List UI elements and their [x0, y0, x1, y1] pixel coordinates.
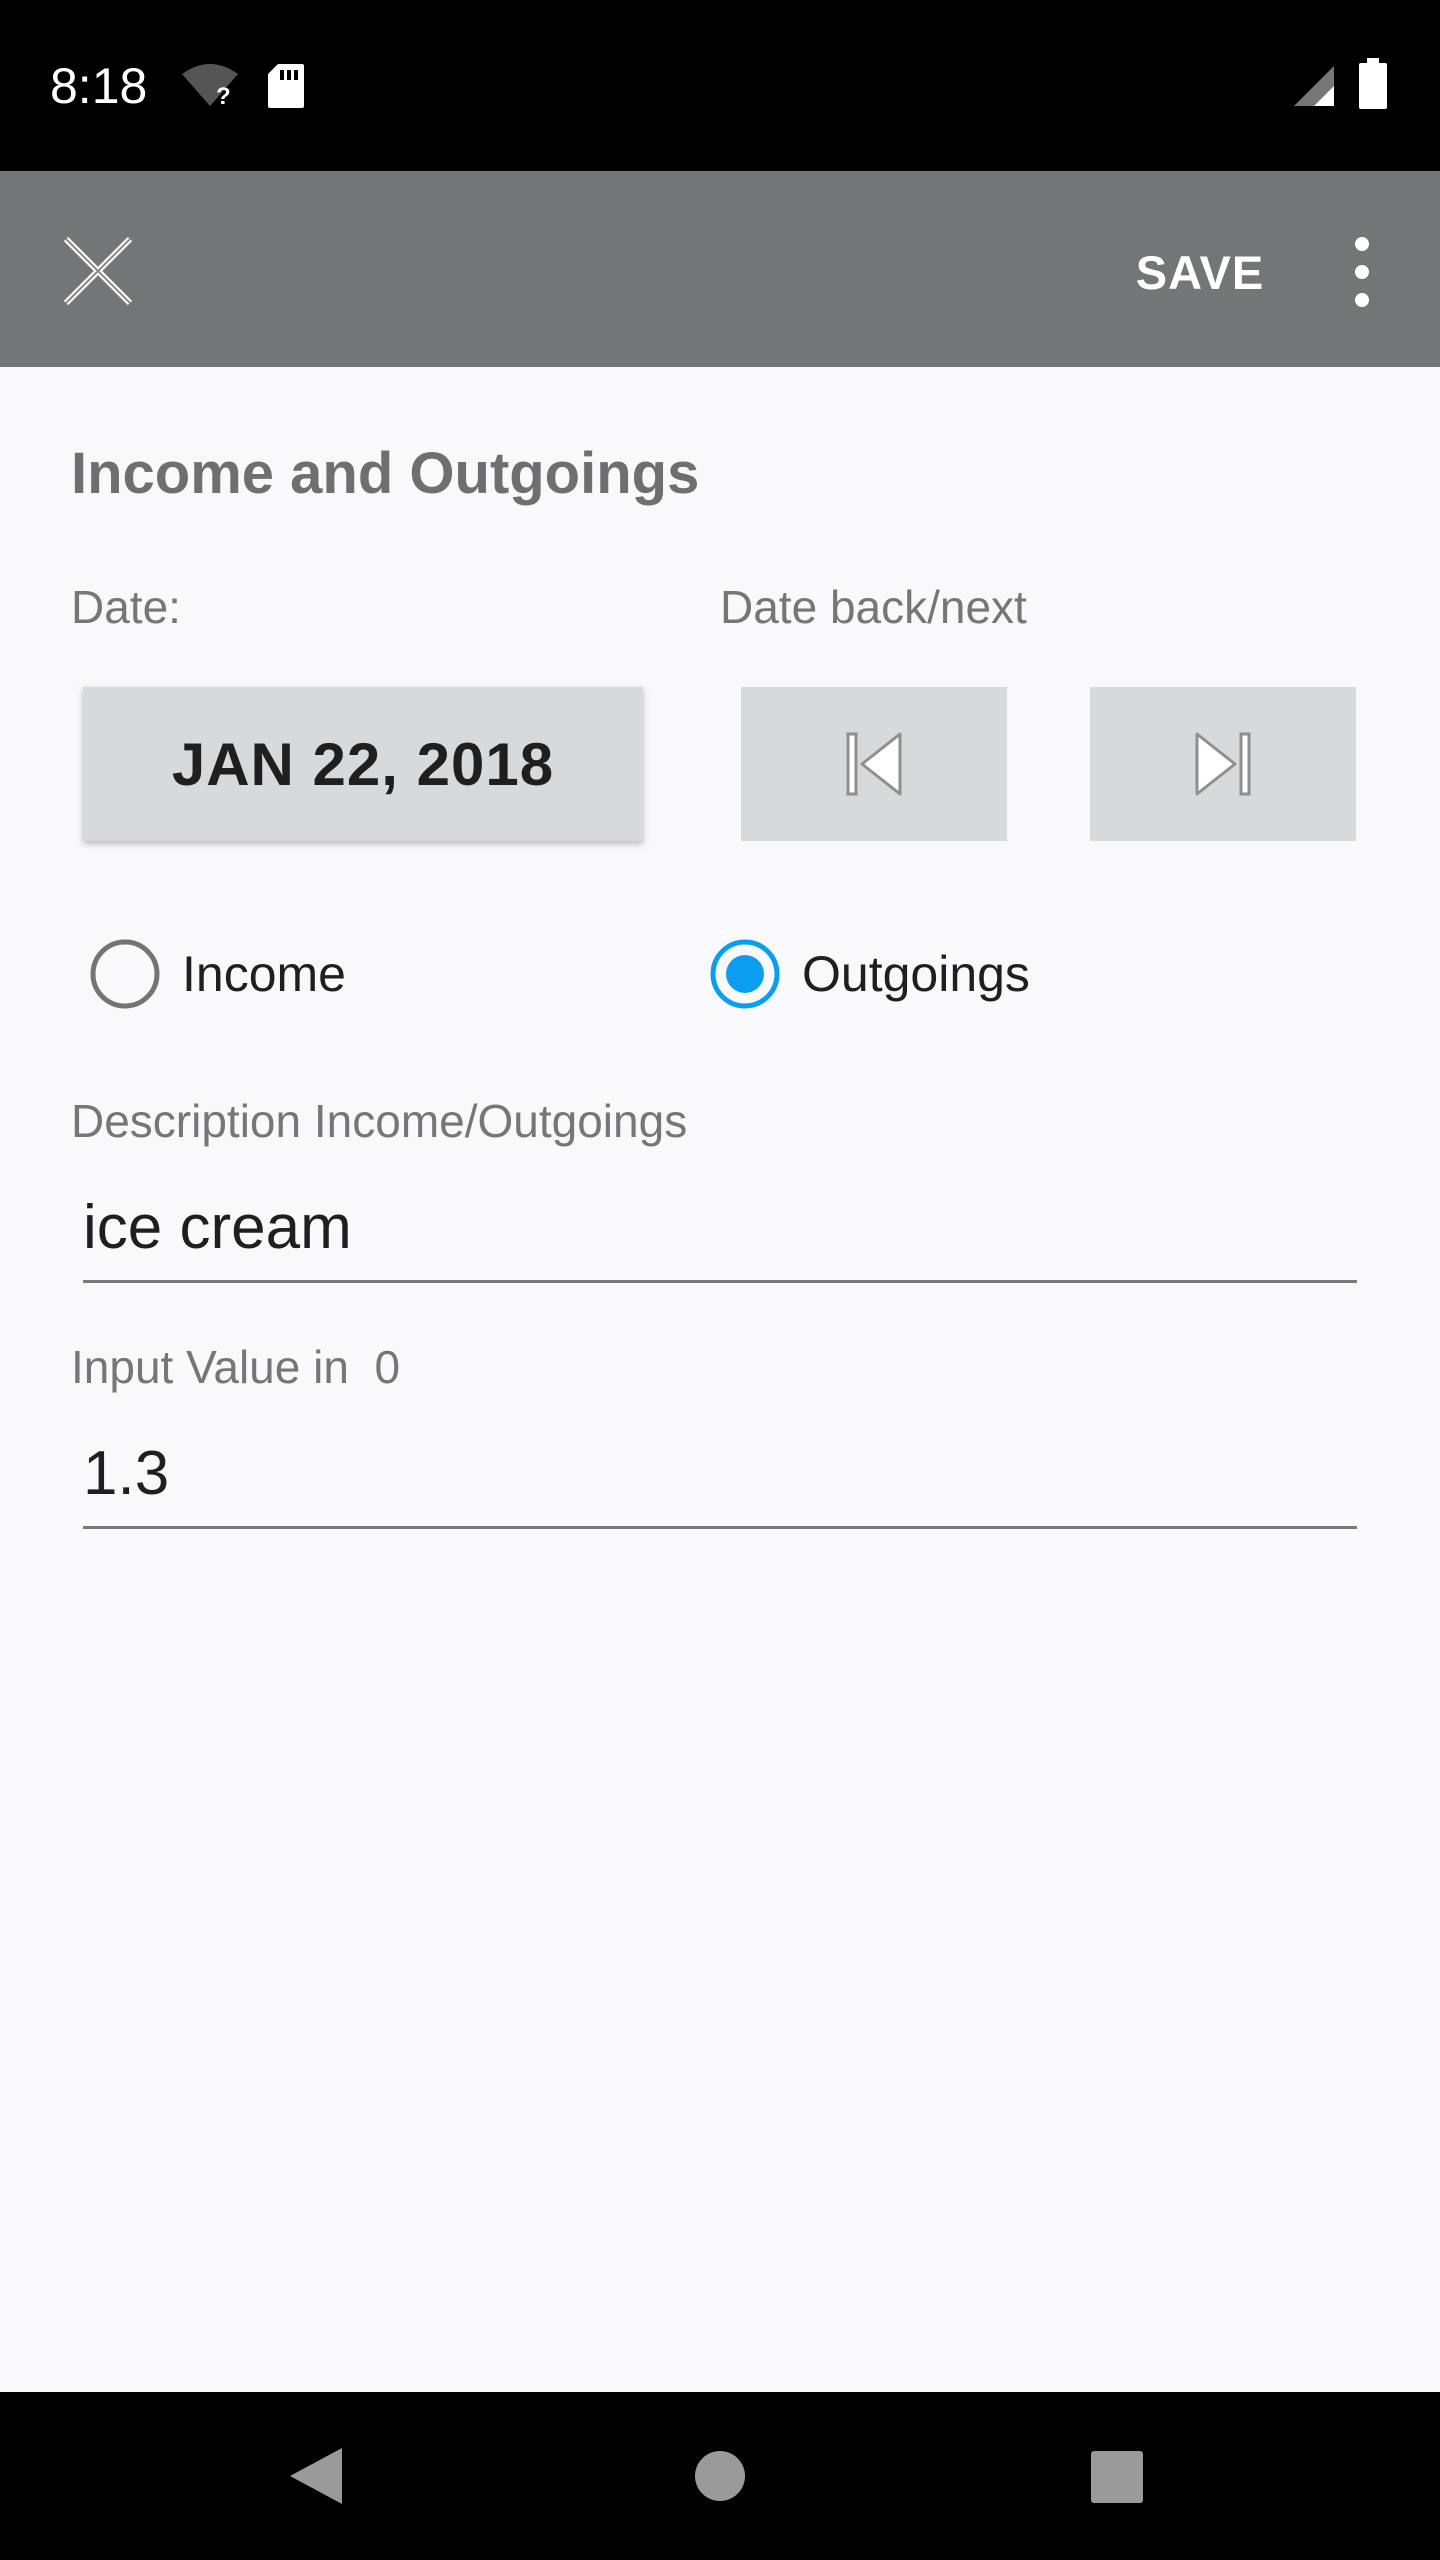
description-input[interactable]: ice cream: [83, 1192, 1357, 1283]
sd-card-icon: [268, 64, 304, 108]
radio-unchecked-icon: [90, 939, 160, 1009]
previous-date-button[interactable]: [741, 687, 1007, 841]
system-nav-bar: [0, 2392, 1440, 2560]
date-label: Date:: [71, 581, 181, 633]
income-radio[interactable]: [89, 938, 161, 1010]
description-value: ice cream: [83, 1193, 352, 1262]
page-title: Income and Outgoings: [71, 441, 700, 506]
income-radio-label[interactable]: Income: [182, 945, 346, 1003]
outgoings-radio[interactable]: [709, 938, 781, 1010]
close-icon: [63, 236, 133, 306]
home-icon[interactable]: [694, 2450, 746, 2502]
outgoings-radio-label[interactable]: Outgoings: [802, 945, 1030, 1003]
more-options-button[interactable]: [1330, 220, 1394, 324]
skip-next-icon: [1195, 732, 1251, 796]
description-label: Description Income/Outgoings: [71, 1095, 688, 1147]
signal-icon: [1294, 66, 1334, 106]
wifi-unknown-icon: ?: [182, 64, 238, 108]
status-bar: 8:18 ?: [0, 0, 1440, 171]
svg-text:?: ?: [216, 83, 231, 108]
back-icon[interactable]: [284, 2444, 348, 2508]
date-picker-button[interactable]: JAN 22, 2018: [83, 687, 643, 841]
status-time: 8:18: [50, 58, 148, 114]
recents-icon[interactable]: [1090, 2450, 1144, 2504]
value-value: 1.3: [83, 1439, 170, 1508]
save-button[interactable]: SAVE: [1120, 230, 1280, 314]
more-vert-icon: [1355, 237, 1369, 307]
close-button[interactable]: [40, 213, 156, 329]
next-date-button[interactable]: [1090, 687, 1356, 841]
value-label: Input Value in 0: [71, 1341, 401, 1393]
battery-icon: [1359, 58, 1387, 109]
skip-previous-icon: [846, 732, 902, 796]
date-nav-label: Date back/next: [720, 581, 1027, 633]
value-input[interactable]: 1.3: [83, 1438, 1357, 1529]
radio-checked-icon: [710, 939, 780, 1009]
